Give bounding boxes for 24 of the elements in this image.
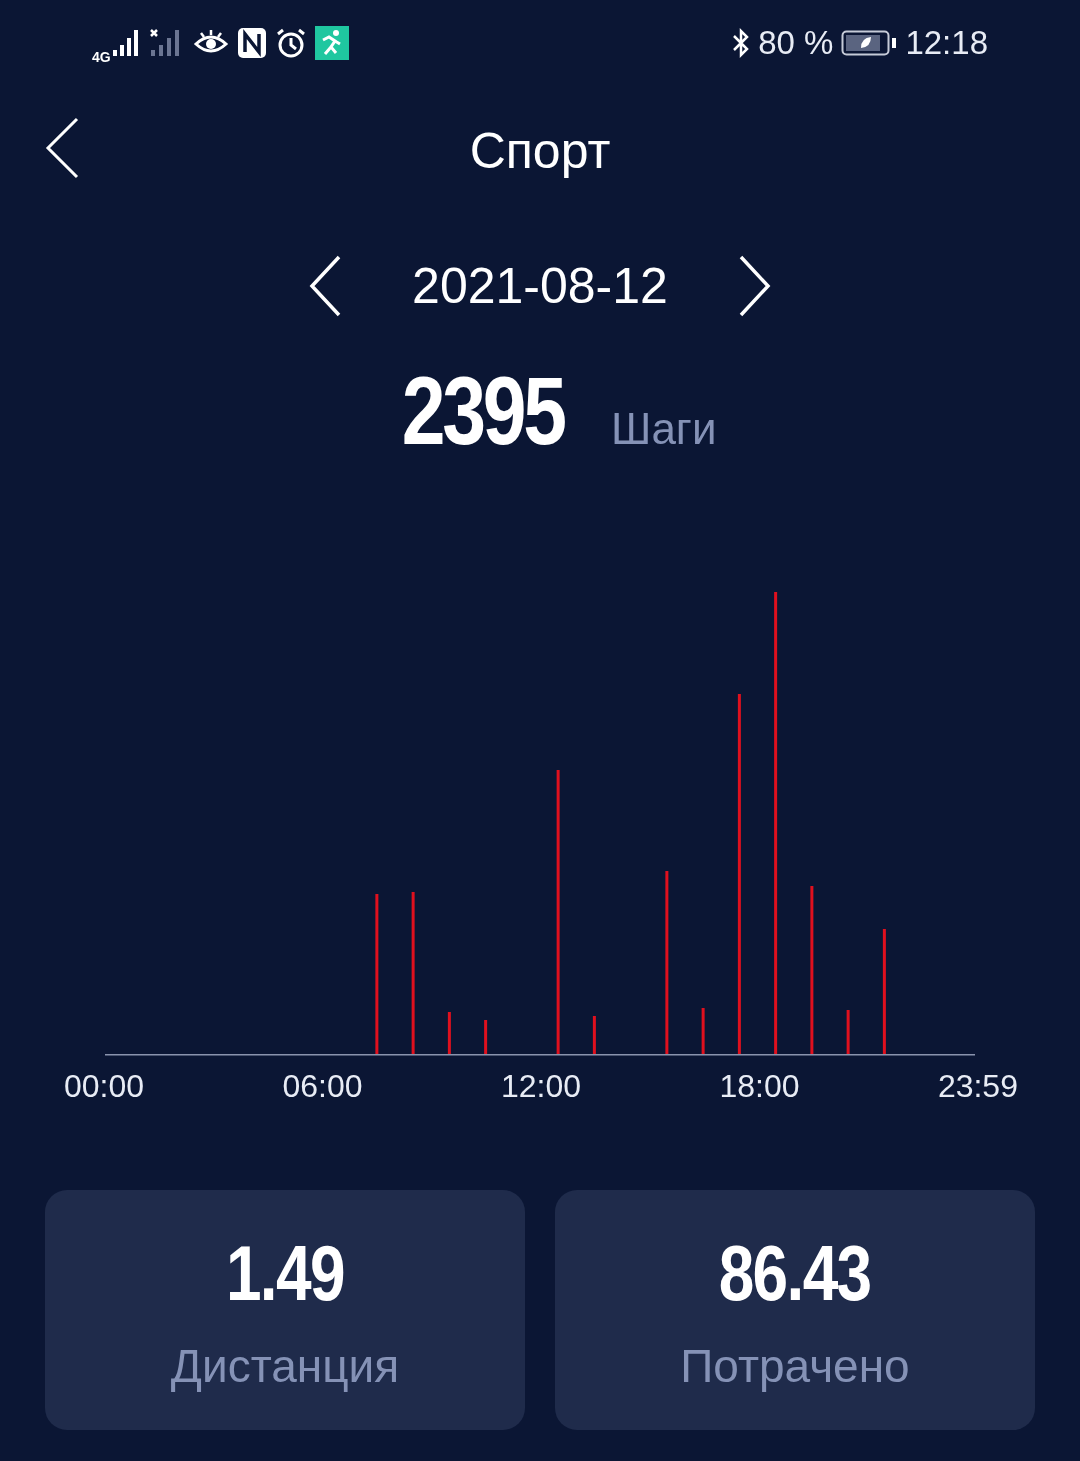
previous-day-button[interactable]: [308, 255, 343, 317]
stat-value: 1.49: [226, 1227, 344, 1319]
next-day-button[interactable]: [737, 255, 772, 317]
clock-time: 12:18: [905, 24, 988, 62]
axis-label: 12:00: [500, 1068, 581, 1105]
nfc-icon: [236, 27, 267, 59]
signal-icon: [112, 28, 141, 58]
stat-value: 86.43: [719, 1227, 871, 1319]
bluetooth-icon: [732, 27, 751, 59]
axis-label: 06:00: [282, 1068, 363, 1105]
axis-label: 00:00: [64, 1068, 145, 1105]
battery-percent: 80 %: [758, 24, 834, 62]
battery-icon: [841, 29, 898, 57]
axis-label: 23:59: [937, 1068, 1018, 1105]
steps-unit: Шаги: [611, 404, 717, 454]
axis-label: 18:00: [719, 1068, 800, 1105]
network-type: 4G: [92, 50, 111, 64]
running-icon: [314, 26, 349, 60]
step-count: 2395: [401, 356, 564, 466]
stat-label: Дистанция: [170, 1338, 400, 1393]
page-title: Спорт: [469, 122, 611, 180]
alarm-icon: [274, 27, 307, 59]
stat-label: Потрачено: [680, 1338, 910, 1393]
date-label: 2021-08-12: [412, 257, 668, 315]
